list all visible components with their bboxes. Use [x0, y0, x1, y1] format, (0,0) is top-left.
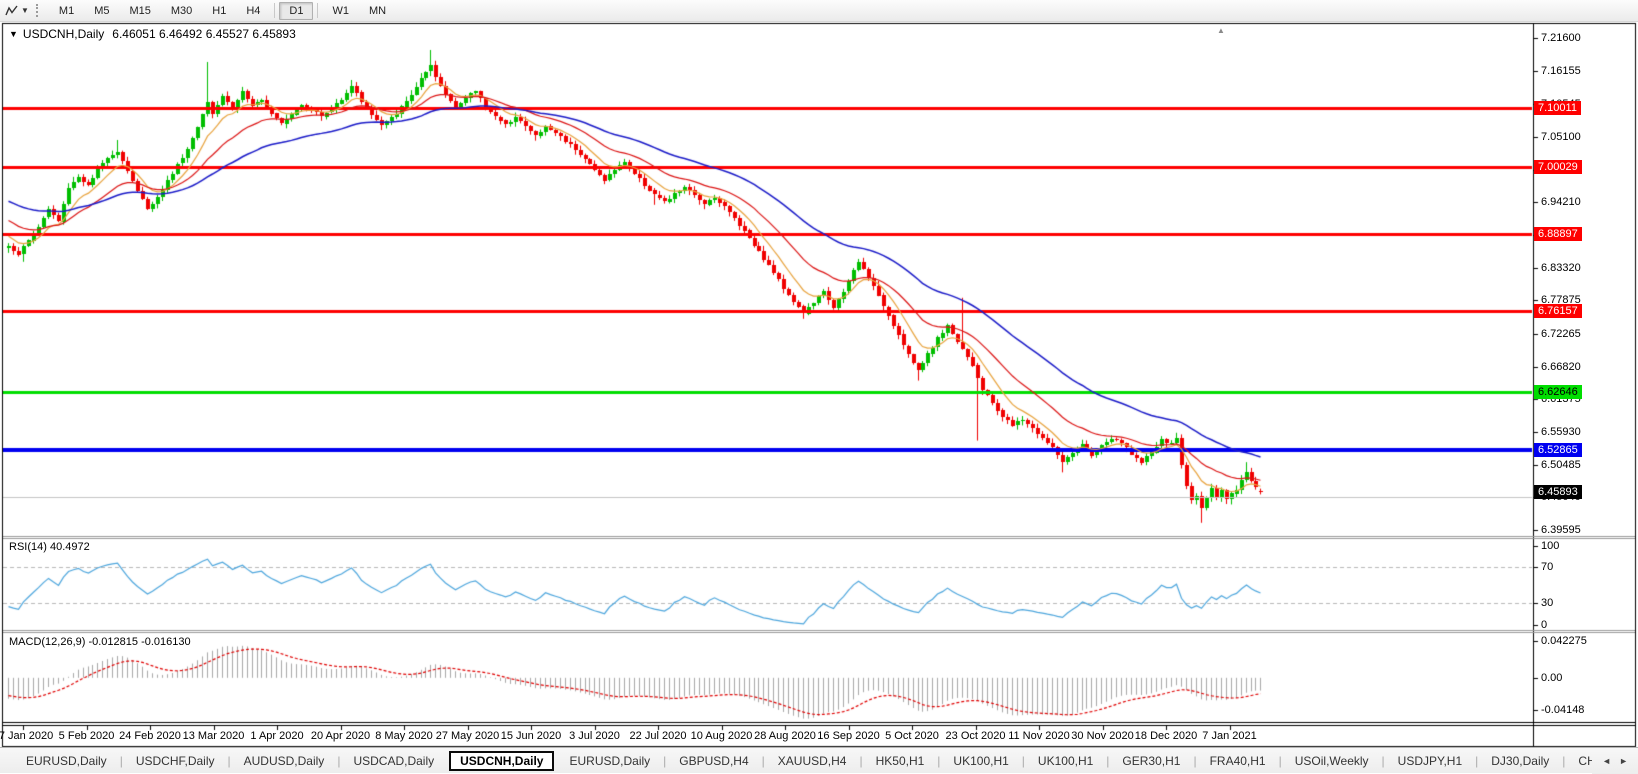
timeframe-button-d1[interactable]: D1 — [279, 1, 314, 20]
timeframe-button-m1[interactable]: M1 — [49, 2, 84, 20]
timeframe-button-mn[interactable]: MN — [359, 2, 396, 20]
timeframe-button-w1[interactable]: W1 — [322, 2, 359, 20]
timeframe-button-m5[interactable]: M5 — [84, 2, 119, 20]
timeframe-button-h1[interactable]: H1 — [202, 2, 236, 20]
tab-scroll-arrows: ◄ ► — [1592, 747, 1638, 774]
symbol-tab-usdcad-daily[interactable]: USDCAD,Daily — [341, 754, 446, 768]
tab-scroll-left-icon[interactable]: ◄ — [1598, 756, 1615, 766]
symbol-tab-eurusd-daily[interactable]: EURUSD,Daily — [14, 754, 119, 768]
symbol-tab-hk50-h1[interactable]: HK50,H1 — [864, 754, 937, 768]
toolbar-separator — [317, 3, 319, 18]
chevron-down-icon[interactable]: ▼ — [21, 6, 29, 15]
chart-canvas[interactable] — [0, 0, 1638, 773]
timeframe-button-m30[interactable]: M30 — [161, 2, 202, 20]
symbol-tab-xauusd-h4[interactable]: XAUUSD,H4 — [766, 754, 859, 768]
mt4-window: { "toolbar": { "tool_icon": "chart-line-… — [0, 0, 1638, 774]
symbol-tab-fra40-h1[interactable]: FRA40,H1 — [1198, 754, 1278, 768]
symbol-tab-audusd-daily[interactable]: AUDUSD,Daily — [232, 754, 337, 768]
symbol-tab-ger30-h1[interactable]: GER30,H1 — [1110, 754, 1192, 768]
toolbar-separator — [274, 3, 276, 18]
symbol-tab-uk100-h1[interactable]: UK100,H1 — [941, 754, 1020, 768]
symbol-tab-gbpusd-h4[interactable]: GBPUSD,H4 — [667, 754, 760, 768]
timeframe-button-h4[interactable]: H4 — [236, 2, 270, 20]
timeframe-toolbar: ▼ M1 M5 M15 M30 H1 H4 D1 W1 MN — [0, 0, 1638, 22]
symbol-tab-eurusd-daily[interactable]: EURUSD,Daily — [557, 754, 662, 768]
tab-scroll-right-icon[interactable]: ► — [1615, 756, 1632, 766]
symbol-tab-dj30-daily[interactable]: DJ30,Daily — [1479, 754, 1561, 768]
timeframe-button-m15[interactable]: M15 — [119, 2, 160, 20]
symbol-tab-bar: EURUSD,Daily | USDCHF,Daily | AUDUSD,Daily | U… — [0, 747, 1638, 773]
symbol-tab-usoil-weekly[interactable]: USOil,Weekly — [1283, 754, 1381, 768]
symbol-tab-usdjpy-h1[interactable]: USDJPY,H1 — [1386, 754, 1474, 768]
toolbar-drag-handle[interactable] — [35, 4, 43, 17]
symbol-tab-usdchf-daily[interactable]: USDCHF,Daily — [124, 754, 227, 768]
chart-line-icon[interactable]: ▼ — [2, 2, 32, 20]
symbol-tab-uk100-h1[interactable]: UK100,H1 — [1026, 754, 1105, 768]
timeframe-buttons: M1 M5 M15 M30 H1 H4 D1 W1 MN — [49, 1, 396, 20]
symbol-tab-usdcnh-daily[interactable]: USDCNH,Daily — [449, 750, 555, 771]
